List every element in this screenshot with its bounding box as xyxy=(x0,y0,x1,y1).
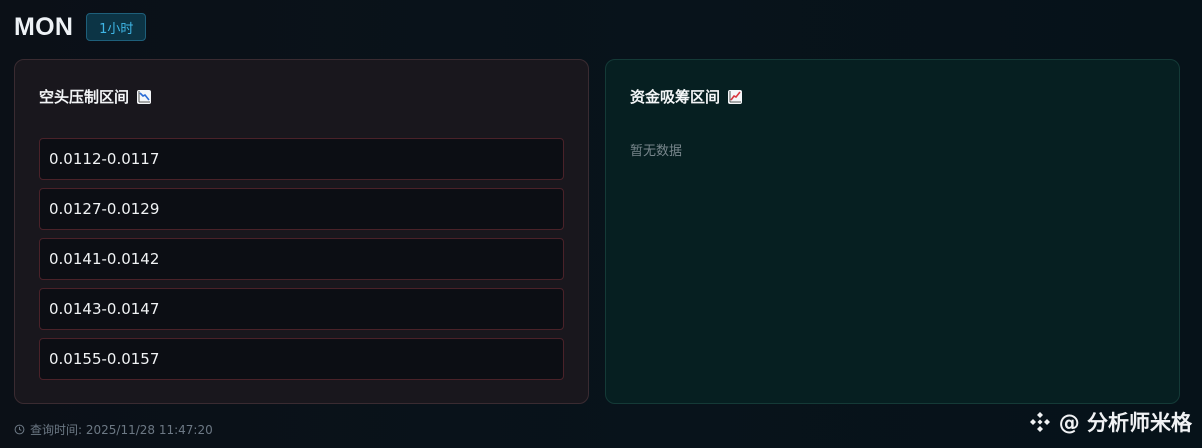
range-item[interactable]: 0.0155-0.0157 xyxy=(39,338,564,380)
short-zone-range-list: 0.0112-0.0117 0.0127-0.0129 0.0141-0.014… xyxy=(39,138,564,380)
query-time: 查询时间: 2025/11/28 11:47:20 xyxy=(30,423,213,437)
empty-state-text: 暂无数据 xyxy=(630,144,683,159)
symbol-title: MON xyxy=(14,12,74,41)
watermark-text: @ 分析师米格 xyxy=(1058,411,1192,435)
accumulation-zone-title: 资金吸筹区间 xyxy=(630,88,721,106)
short-zone-card: 空头压制区间 0.0112-0.0117 0.0127-0.0129 0.014… xyxy=(14,59,589,404)
timeframe-badge[interactable]: 1小时 xyxy=(86,13,147,41)
range-item[interactable]: 0.0127-0.0129 xyxy=(39,188,564,230)
clock-icon xyxy=(14,424,25,435)
short-zone-header: 空头压制区间 xyxy=(39,86,152,107)
chart-decreasing-icon xyxy=(137,89,152,104)
watermark: @ 分析师米格 xyxy=(1027,407,1192,437)
range-item[interactable]: 0.0141-0.0142 xyxy=(39,238,564,280)
chart-increasing-icon xyxy=(728,89,743,104)
header: MON 1小时 xyxy=(14,11,147,43)
binance-logo-icon xyxy=(1029,412,1050,432)
footer: 查询时间: 2025/11/28 11:47:20 xyxy=(14,421,213,438)
range-item[interactable]: 0.0143-0.0147 xyxy=(39,288,564,330)
accumulation-zone-card: 资金吸筹区间 暂无数据 xyxy=(605,59,1180,404)
range-item[interactable]: 0.0112-0.0117 xyxy=(39,138,564,180)
short-zone-title: 空头压制区间 xyxy=(39,88,130,106)
accumulation-zone-header: 资金吸筹区间 xyxy=(630,86,743,107)
